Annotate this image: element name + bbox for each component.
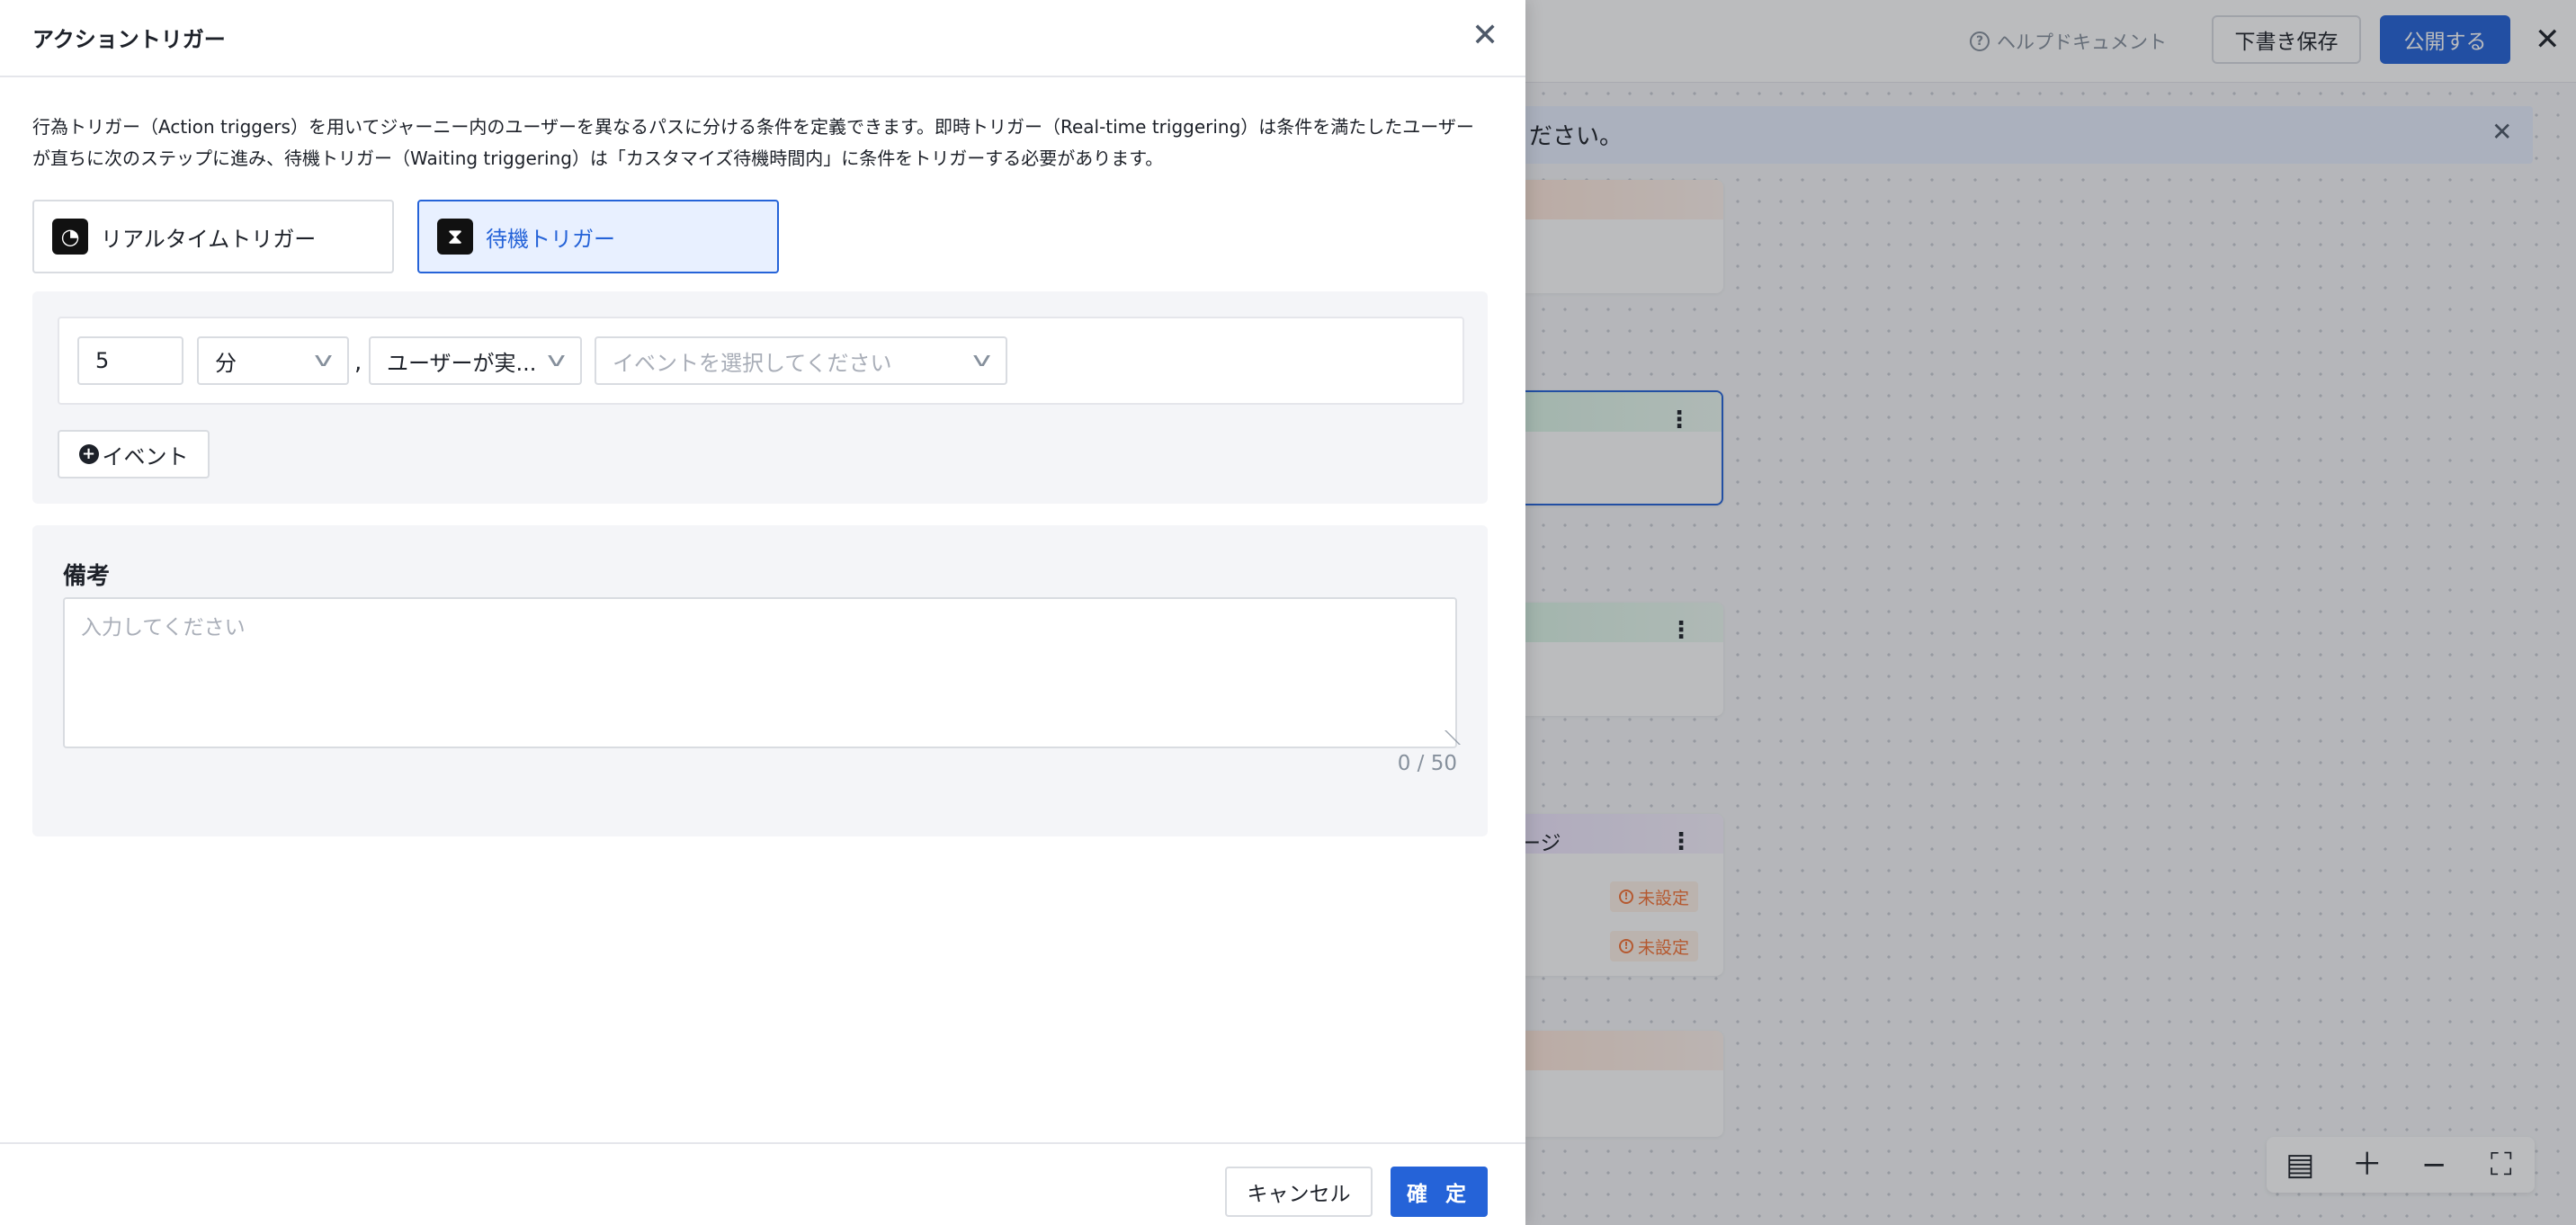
time-unit-select[interactable]: 分v: [197, 336, 349, 385]
realtime-trigger-option[interactable]: ◔ リアルタイムトリガー: [32, 200, 394, 273]
memo-placeholder: 入力してください: [81, 616, 246, 639]
separator: ,: [354, 349, 362, 376]
plus-circle-icon: +: [78, 444, 99, 464]
option-label: リアルタイムトリガー: [101, 226, 317, 252]
hourglass-icon: ⧗: [437, 219, 473, 255]
option-label: 待機トリガー: [486, 226, 615, 252]
chevron-down-icon: v: [547, 349, 566, 371]
wait-time-input[interactable]: 5: [77, 336, 183, 385]
memo-label: 備考: [63, 563, 111, 590]
memo-textarea[interactable]: [63, 597, 1457, 748]
event-select[interactable]: イベントを選択してください v: [595, 336, 1007, 385]
confirm-button[interactable]: 確 定: [1391, 1167, 1488, 1217]
description-text: 行為トリガー（Action triggers）を用いてジャーニー内のユーザーを異…: [32, 116, 1474, 169]
add-event-button[interactable]: + イベント: [58, 430, 210, 478]
drawer-header: アクショントリガー ✕: [0, 0, 1525, 77]
action-trigger-drawer: アクショントリガー ✕ 行為トリガー（Action triggers）を用いてジ…: [0, 0, 1525, 1225]
close-icon[interactable]: ✕: [1471, 18, 1498, 54]
clock-icon: ◔: [52, 219, 88, 255]
waiting-trigger-option[interactable]: ⧗ 待機トリガー: [417, 200, 779, 273]
user-action-select[interactable]: ユーザーが実... v: [369, 336, 582, 385]
drawer-title: アクショントリガー: [32, 27, 226, 52]
cancel-button[interactable]: キャンセル: [1225, 1167, 1373, 1217]
chevron-down-icon: v: [314, 349, 333, 371]
char-counter: 0 / 50: [1397, 752, 1457, 775]
chevron-down-icon: v: [972, 349, 991, 371]
